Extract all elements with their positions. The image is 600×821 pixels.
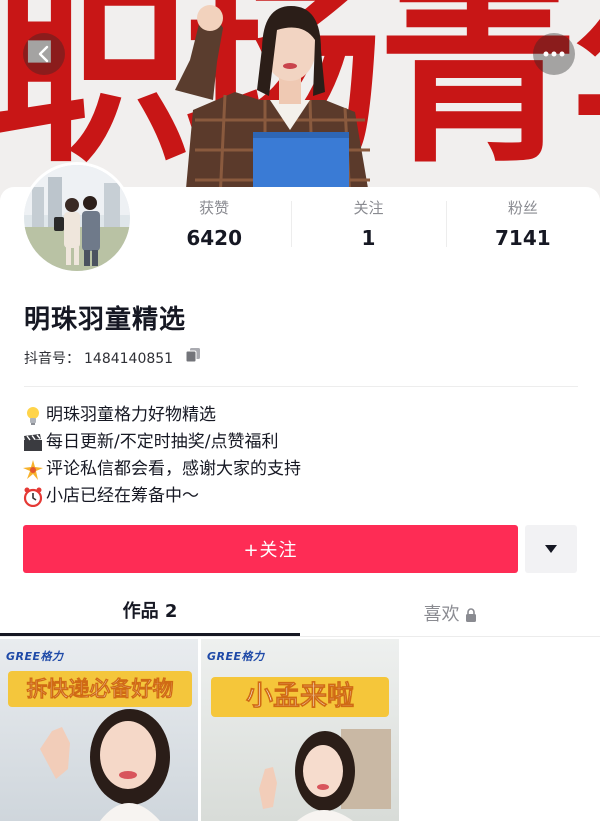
stat-value: 6420 [186,226,242,250]
stat-value: 1 [361,226,376,250]
stat-following[interactable]: 关注 1 [291,197,445,259]
stat-followers[interactable]: 粉丝 7141 [445,197,600,259]
brand-logo: GREE格力 [207,650,265,663]
caret-down-icon [545,545,557,553]
douyin-id-label: 抖音号： [24,350,80,367]
lock-icon [465,608,476,622]
bio-text: 小店已经在筹备中～ [46,486,199,506]
thumbnail-image [201,639,399,821]
stats-row: 获赞 6420 关注 1 粉丝 7141 [137,197,600,259]
tabs-divider [0,636,600,637]
video-caption: 小孟来啦 [211,677,389,717]
more-button[interactable] [533,33,575,75]
douyin-id-value: 1484140851 [84,350,174,367]
empty-grid-cell [402,639,600,821]
thumbnail-image [0,639,198,821]
stat-likes[interactable]: 获赞 6420 [137,197,291,259]
tab-likes[interactable]: 喜欢 [300,593,600,637]
brand-logo: GREE格力 [6,650,64,663]
bio: 明珠羽童格力好物精选 每日更新/不定时抽奖/点赞福利 评论私信都会看，感谢大家的… [22,402,301,510]
expand-button[interactable] [525,525,577,573]
bio-line: 评论私信都会看，感谢大家的支持 [22,456,301,483]
copy-icon[interactable] [185,347,201,370]
bio-line: 明珠羽童格力好物精选 [22,402,301,429]
bio-line: 小店已经在筹备中～ [22,483,301,510]
follow-button[interactable]: +关注 [23,525,518,573]
divider [24,386,578,387]
video-thumbnail[interactable]: GREE格力 拆快递必备好物 [0,639,198,821]
avatar-image [24,165,130,271]
profile-name: 明珠羽童精选 [24,305,187,335]
bio-line: 每日更新/不定时抽奖/点赞福利 [22,429,301,456]
bio-text: 评论私信都会看，感谢大家的支持 [46,459,301,479]
content-tabs: 作品 2 喜欢 [0,593,600,637]
clapperboard-icon [22,432,44,454]
lightbulb-icon [22,405,44,427]
douyin-id-row: 抖音号： 1484140851 [24,347,201,370]
video-grid: GREE格力 拆快递必备好物 GREE格力 小孟来啦 [0,639,600,821]
tab-likes-label: 喜欢 [423,604,460,625]
more-dots-icon [543,51,565,57]
tab-works[interactable]: 作品 2 [0,593,300,637]
banner-person-image [175,5,370,200]
bio-text: 明珠羽童格力好物精选 [46,405,216,425]
back-button[interactable] [23,33,65,75]
chevron-left-icon [38,45,49,63]
bio-text: 每日更新/不定时抽奖/点赞福利 [46,432,279,452]
video-caption: 拆快递必备好物 [8,671,192,707]
alarm-clock-icon [22,486,44,508]
stat-label: 获赞 [199,199,230,217]
stat-label: 关注 [353,199,384,217]
sparkle-icon [22,459,44,481]
stat-label: 粉丝 [507,199,538,217]
avatar[interactable] [21,162,133,274]
stat-value: 7141 [494,226,551,250]
video-thumbnail[interactable]: GREE格力 小孟来啦 [201,639,399,821]
